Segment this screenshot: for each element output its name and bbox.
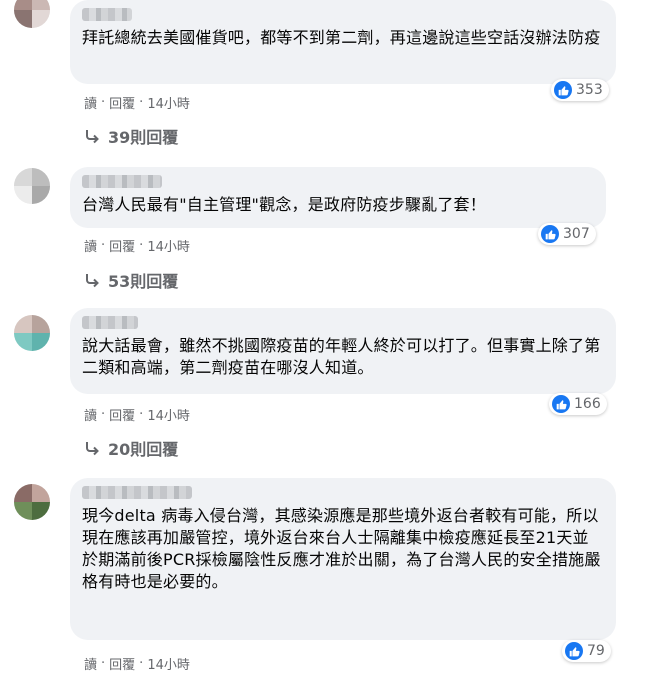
- comment-bubble: 說大話最會，雖然不挑國際疫苗的年輕人終於可以打了。但事實上除了第二類和高端，第二…: [70, 308, 616, 394]
- avatar[interactable]: [14, 0, 50, 28]
- view-replies-button[interactable]: 20則回覆: [84, 436, 178, 460]
- reply-link[interactable]: 回覆: [109, 654, 135, 673]
- thumbs-up-icon: [554, 81, 572, 99]
- reply-arrow-icon: [86, 274, 99, 288]
- reply-link[interactable]: 回覆: [109, 93, 135, 112]
- like-count: 166: [574, 396, 601, 412]
- read-link[interactable]: 讀: [84, 654, 97, 673]
- comment-bubble: 台灣人民最有"自主管理"觀念，是政府防疫步驟亂了套！: [70, 167, 606, 228]
- commenter-name-blurred[interactable]: [82, 175, 162, 188]
- avatar[interactable]: [14, 315, 50, 351]
- avatar[interactable]: [14, 484, 50, 520]
- commenter-name-blurred[interactable]: [82, 8, 132, 21]
- thumbs-up-icon: [541, 225, 559, 243]
- comment-actions: 讀 · 回覆 · 14小時: [84, 236, 190, 255]
- replies-count-label: 20則回覆: [108, 440, 179, 459]
- reaction-count[interactable]: 166: [549, 393, 607, 415]
- reaction-count[interactable]: 307: [538, 223, 596, 245]
- like-count: 353: [576, 82, 603, 98]
- view-replies-button[interactable]: 53則回覆: [84, 268, 178, 292]
- commenter-name-blurred[interactable]: [82, 486, 192, 499]
- like-count: 79: [587, 643, 605, 659]
- comment-text: 台灣人民最有"自主管理"觀念，是政府防疫步驟亂了套！: [82, 195, 486, 214]
- comment-actions: 讀 · 回覆 · 14小時: [84, 93, 190, 112]
- reply-arrow-icon: [86, 442, 99, 456]
- reaction-count[interactable]: 353: [551, 79, 609, 101]
- read-link[interactable]: 讀: [84, 236, 97, 255]
- timestamp[interactable]: 14小時: [147, 236, 190, 255]
- replies-count-label: 53則回覆: [108, 272, 179, 291]
- replies-count-label: 39則回覆: [108, 128, 179, 147]
- comment-text: 說大話最會，雖然不挑國際疫苗的年輕人終於可以打了。但事實上除了第二類和高端，第二…: [82, 336, 601, 377]
- reply-arrow-icon: [86, 130, 99, 144]
- read-link[interactable]: 讀: [84, 405, 97, 424]
- comment-text: 現今delta 病毒入侵台灣，其感染源應是那些境外返台者較有可能，所以現在應該再…: [82, 506, 601, 591]
- like-count: 307: [563, 226, 590, 242]
- reply-link[interactable]: 回覆: [109, 236, 135, 255]
- thumbs-up-icon: [565, 642, 583, 660]
- timestamp[interactable]: 14小時: [147, 654, 190, 673]
- thumbs-up-icon: [552, 395, 570, 413]
- reaction-count[interactable]: 79: [562, 640, 611, 662]
- comment-bubble: 拜託總統去美國催貨吧，都等不到第二劑，再這邊說這些空話沒辦法防疫: [70, 0, 616, 84]
- comment-actions: 讀 · 回覆 · 14小時: [84, 405, 190, 424]
- timestamp[interactable]: 14小時: [147, 93, 190, 112]
- reply-link[interactable]: 回覆: [109, 405, 135, 424]
- avatar[interactable]: [14, 168, 50, 204]
- view-replies-button[interactable]: 39則回覆: [84, 124, 178, 148]
- comment-text: 拜託總統去美國催貨吧，都等不到第二劑，再這邊說這些空話沒辦法防疫: [82, 28, 601, 47]
- comment-bubble: 現今delta 病毒入侵台灣，其感染源應是那些境外返台者較有可能，所以現在應該再…: [70, 478, 616, 640]
- commenter-name-blurred[interactable]: [82, 316, 138, 329]
- timestamp[interactable]: 14小時: [147, 405, 190, 424]
- comment-actions: 讀 · 回覆 · 14小時: [84, 654, 190, 673]
- read-link[interactable]: 讀: [84, 93, 97, 112]
